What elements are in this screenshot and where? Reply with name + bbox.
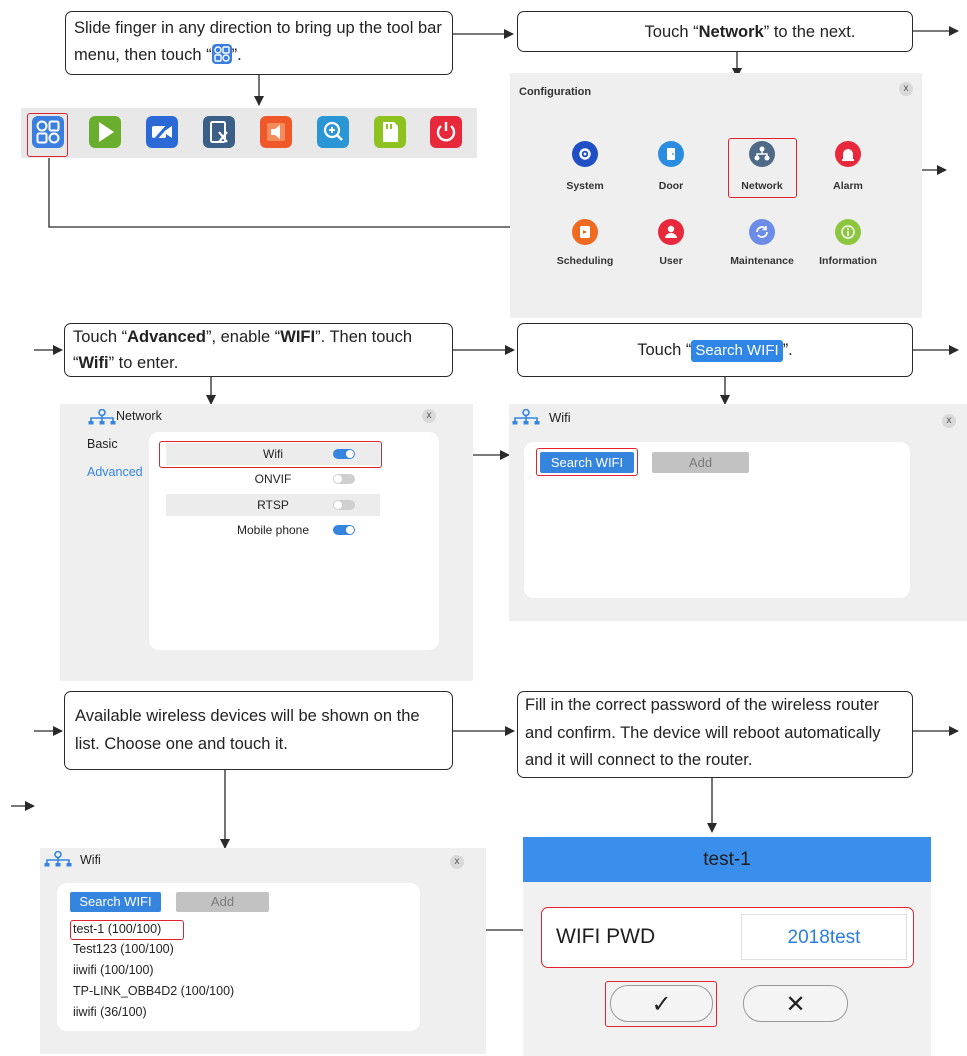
play-icon[interactable] [89, 116, 121, 148]
selected-network-highlight [70, 920, 184, 940]
wifi-list-item[interactable]: Test123 (100/100) [73, 942, 174, 956]
video-off-icon[interactable] [146, 116, 178, 148]
configuration-icon[interactable] [32, 116, 64, 148]
configuration-close-button[interactable]: x [899, 82, 913, 96]
password-field-label: WIFI PWD [556, 925, 656, 948]
step1-text-before: Slide finger in any direction to bring u… [74, 19, 442, 64]
step3-text-a: Touch “ [73, 328, 128, 346]
network-icon-header [88, 408, 116, 430]
step3-bold-a: Advanced [127, 328, 206, 346]
configuration-icon-inline [211, 44, 232, 64]
step2-callout: Touch “Network” to the next. [517, 11, 913, 52]
speaker-icon[interactable] [260, 116, 292, 148]
power-icon[interactable] [430, 116, 462, 148]
network-icon[interactable] [749, 141, 775, 167]
step3-text-d: ” to enter. [108, 354, 179, 372]
rtsp-toggle[interactable] [333, 500, 355, 510]
network-close-button[interactable]: x [422, 409, 436, 423]
config-label-maintenance[interactable]: Maintenance [717, 255, 807, 267]
tab-advanced[interactable]: Advanced [87, 465, 143, 479]
info-icon[interactable] [835, 219, 861, 245]
wifi-network-icon [512, 408, 540, 430]
step2-text-before: Touch “ [644, 23, 699, 41]
config-label-scheduling[interactable]: Scheduling [540, 255, 630, 267]
wifi-panel-title: Wifi [549, 410, 571, 425]
add-button[interactable]: Add [652, 452, 749, 473]
network-panel-title: Network [116, 409, 162, 423]
wifi-list-item[interactable]: iiwifi (100/100) [73, 963, 154, 977]
wifi-list-panel-title: Wifi [80, 853, 101, 867]
step4-text-after: ”. [782, 341, 793, 359]
door-icon[interactable] [658, 141, 684, 167]
mobile-phone-toggle[interactable] [333, 525, 355, 535]
user-icon[interactable] [658, 219, 684, 245]
tab-basic[interactable]: Basic [87, 437, 118, 451]
step3-text-b: ”, enable “ [205, 328, 281, 346]
config-label-network[interactable]: Network [717, 180, 807, 192]
configuration-panel [510, 73, 922, 318]
wifi-list-network-icon [44, 850, 72, 872]
step6-callout: Fill in the correct password of the wire… [517, 691, 913, 778]
config-label-information[interactable]: Information [803, 255, 893, 267]
step2-bold: Network [698, 23, 764, 41]
gear-icon[interactable] [572, 141, 598, 167]
step3-callout: Touch “Advanced”, enable “WIFI”. Then to… [64, 323, 453, 377]
wifi-list-add-button[interactable]: Add [176, 892, 269, 912]
step4-search-wifi-chip: Search WIFI [691, 340, 783, 362]
onvif-toggle[interactable] [333, 474, 355, 484]
config-label-door[interactable]: Door [626, 180, 716, 192]
step2-text-after: ” to the next. [763, 23, 856, 41]
password-dialog-title: test-1 [703, 849, 751, 870]
delete-file-icon[interactable] [203, 116, 235, 148]
step4-callout: Touch “Search WIFI”. [517, 323, 913, 377]
wifi-close-button[interactable]: x [942, 414, 956, 428]
scheduling-icon[interactable] [572, 219, 598, 245]
step6-text: Fill in the correct password of the wire… [525, 696, 881, 769]
wifi-list-item[interactable]: TP-LINK_OBB4D2 (100/100) [73, 984, 234, 998]
password-input[interactable]: 2018test [741, 914, 907, 960]
step5-text: Available wireless devices will be shown… [75, 707, 420, 753]
wifi-row-highlight [159, 441, 382, 468]
sd-card-icon[interactable] [374, 116, 406, 148]
config-label-alarm[interactable]: Alarm [803, 180, 893, 192]
search-wifi-highlight [536, 448, 638, 476]
maintenance-icon[interactable] [749, 219, 775, 245]
wifi-list-item[interactable]: iiwifi (36/100) [73, 1005, 147, 1019]
step1-text-after: ”. [231, 46, 242, 64]
step3-bold-c: Wifi [78, 354, 109, 372]
step3-bold-b: WIFI [280, 328, 316, 346]
step4-text-before: Touch “ [637, 341, 692, 359]
zoom-in-icon[interactable] [317, 116, 349, 148]
wifi-list-close-button[interactable]: x [450, 855, 464, 869]
config-label-system[interactable]: System [540, 180, 630, 192]
alarm-icon[interactable] [835, 141, 861, 167]
wifi-list-search-button[interactable]: Search WIFI [70, 892, 161, 912]
cancel-button[interactable]: ✕ [743, 985, 848, 1022]
step5-callout: Available wireless devices will be shown… [64, 691, 453, 770]
config-label-user[interactable]: User [626, 255, 716, 267]
step1-callout: Slide finger in any direction to bring u… [65, 11, 453, 75]
confirm-button[interactable]: ✓ [610, 985, 713, 1022]
configuration-title: Configuration [519, 86, 592, 98]
